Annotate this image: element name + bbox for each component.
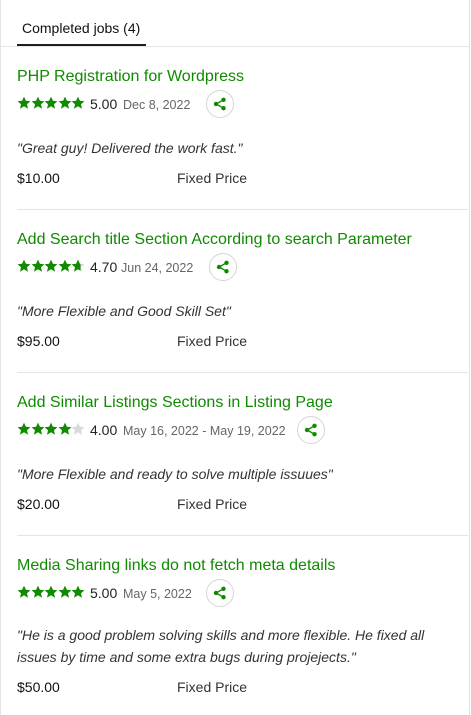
rating-value: 5.00 — [90, 585, 118, 601]
star-icon — [58, 96, 72, 109]
share-button[interactable] — [209, 253, 237, 281]
star-icon — [17, 422, 31, 435]
star-icon — [17, 96, 31, 109]
job-date: Dec 8, 2022 — [123, 98, 191, 112]
divider — [17, 372, 468, 373]
job-date: May 5, 2022 — [123, 587, 192, 601]
star-icon — [71, 422, 85, 435]
star-icon — [31, 259, 44, 272]
job-title[interactable]: Media Sharing links do not fetch meta de… — [17, 556, 467, 576]
rating-value: 4.70 — [90, 259, 118, 275]
job-meta: 4.00 May 16, 2022 - May 19, 2022 — [17, 416, 457, 444]
job-meta: 4.70 Jun 24, 2022 — [17, 253, 457, 281]
job-title[interactable]: PHP Registration for Wordpress — [17, 67, 467, 87]
job-item: Add Similar Listings Sections in Listing… — [17, 393, 467, 512]
share-icon — [213, 586, 226, 600]
star-icon — [44, 422, 58, 435]
job-amount: $10.00 — [17, 170, 60, 186]
client-feedback: "He is a good problem solving skills and… — [17, 627, 425, 665]
rating-value: 4.00 — [90, 422, 118, 438]
star-icon — [58, 259, 72, 272]
star-icon — [17, 585, 31, 598]
job-item: Media Sharing links do not fetch meta de… — [17, 556, 467, 695]
star-icon — [31, 96, 44, 109]
divider — [17, 209, 468, 210]
job-item: PHP Registration for Wordpress 5.00 Dec … — [17, 67, 467, 186]
star-icon — [31, 422, 44, 435]
share-icon — [216, 260, 229, 274]
job-amount: $50.00 — [17, 679, 60, 695]
share-button[interactable] — [206, 579, 234, 607]
star-icon — [44, 96, 58, 109]
star-icon — [17, 259, 31, 272]
star-icon — [71, 259, 85, 272]
share-icon — [213, 97, 226, 111]
share-button[interactable] — [206, 90, 234, 118]
star-icon — [58, 422, 72, 435]
job-meta: 5.00 May 5, 2022 — [17, 579, 457, 607]
client-feedback: "Great guy! Delivered the work fast." — [17, 140, 243, 156]
completed-jobs-panel: Completed jobs (4) PHP Registration for … — [0, 0, 470, 715]
star-icon — [44, 259, 58, 272]
job-item: Add Search title Section According to se… — [17, 230, 467, 349]
job-date: May 16, 2022 - May 19, 2022 — [123, 424, 286, 438]
divider — [17, 535, 468, 536]
job-amount: $20.00 — [17, 496, 60, 512]
share-icon — [304, 423, 317, 437]
price-type: Fixed Price — [177, 333, 248, 349]
star-icon — [71, 585, 85, 598]
job-meta: 5.00 Dec 8, 2022 — [17, 90, 457, 118]
price-type: Fixed Price — [177, 496, 248, 512]
star-icon — [58, 585, 72, 598]
star-icon — [44, 585, 58, 598]
client-feedback: "More Flexible and ready to solve multip… — [17, 466, 333, 482]
client-feedback: "More Flexible and Good Skill Set" — [17, 303, 231, 319]
tab-bar: Completed jobs (4) — [1, 0, 469, 47]
star-icon — [71, 96, 85, 109]
share-button[interactable] — [297, 416, 325, 444]
job-date: Jun 24, 2022 — [121, 261, 194, 275]
job-title[interactable]: Add Search title Section According to se… — [17, 230, 467, 250]
price-type: Fixed Price — [177, 170, 248, 186]
job-title[interactable]: Add Similar Listings Sections in Listing… — [17, 393, 467, 413]
job-amount: $95.00 — [17, 333, 60, 349]
price-type: Fixed Price — [177, 679, 248, 695]
rating-value: 5.00 — [90, 96, 118, 112]
star-icon — [31, 585, 44, 598]
tab-completed-jobs[interactable]: Completed jobs (4) — [17, 0, 147, 46]
